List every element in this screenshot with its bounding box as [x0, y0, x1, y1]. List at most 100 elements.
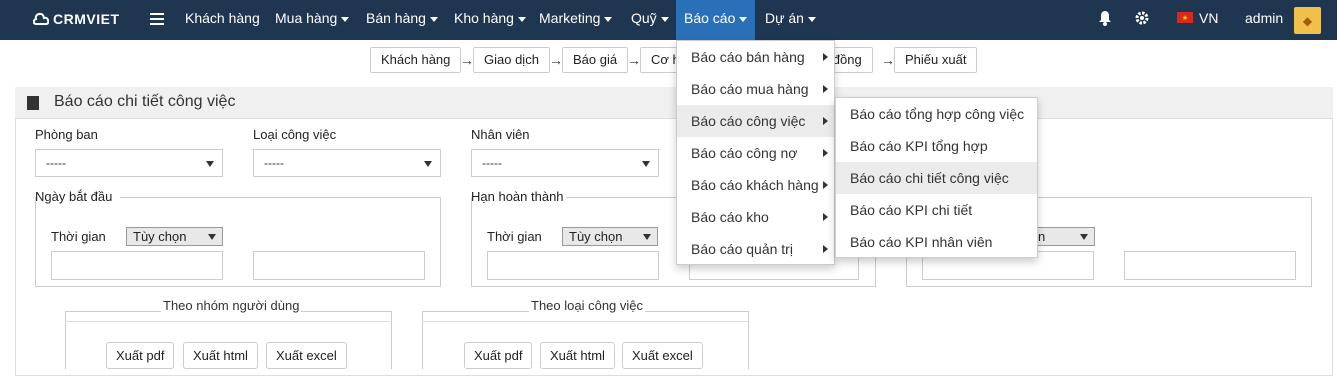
due-time-label: Thời gian — [487, 229, 542, 244]
nav-reports[interactable]: Báo cáo — [676, 0, 756, 40]
start-time-label: Thời gian — [51, 229, 106, 244]
nav-customers[interactable]: Khách hàng — [185, 0, 260, 40]
divider — [1037, 197, 1312, 198]
nav-customers-label: Khách hàng — [185, 10, 260, 26]
bell-icon[interactable] — [1097, 10, 1113, 29]
start-date-from-input[interactable] — [51, 251, 223, 280]
employee-label: Nhân viên — [471, 127, 530, 142]
due-time-option-select[interactable]: Tùy chọn — [562, 227, 658, 246]
work-report-submenu: Báo cáo tổng hợp công việc Báo cáo KPI t… — [835, 97, 1038, 258]
work-type-label: Loại công việc — [253, 127, 337, 142]
step-transactions[interactable]: Giao dịch — [473, 47, 550, 73]
nav-fund-label: Quỹ — [631, 10, 657, 26]
caret-down-icon — [660, 16, 669, 22]
page-header: Báo cáo chi tiết công việc — [15, 87, 1333, 119]
menu-item-label: Báo cáo khách hàng — [691, 177, 819, 193]
work-type-select[interactable]: ----- — [253, 149, 441, 177]
export-pdf-button[interactable]: Xuất pdf — [464, 342, 533, 369]
export-html-button[interactable]: Xuất html — [183, 342, 258, 369]
department-select[interactable]: ----- — [35, 149, 223, 177]
menu-item-label: Báo cáo bán hàng — [691, 49, 805, 65]
department-label: Phòng ban — [35, 127, 98, 142]
menu-item-work-report[interactable]: Báo cáo công việc — [677, 105, 834, 137]
menu-item-debt-report[interactable]: Báo cáo công nợ — [677, 137, 834, 169]
nav-purchasing[interactable]: Mua hàng — [275, 0, 350, 40]
brand-logo[interactable]: CRMVIET — [33, 11, 120, 27]
caret-down-icon — [429, 16, 438, 22]
third-date-to-input[interactable] — [1124, 251, 1296, 280]
nav-warehouse-label: Kho hàng — [454, 10, 514, 26]
divider — [422, 321, 749, 322]
submenu-item-work-detail[interactable]: Báo cáo chi tiết công việc — [836, 162, 1037, 194]
export-group-title: Theo nhóm người dùng — [161, 298, 302, 313]
export-group-title: Theo loại công việc — [529, 298, 646, 313]
chevron-right-icon — [823, 117, 828, 125]
menu-item-label: Báo cáo kho — [691, 209, 769, 225]
page-title: Báo cáo chi tiết công việc — [54, 93, 236, 110]
menu-item-label: Báo cáo mua hàng — [691, 81, 809, 97]
arrow-right-icon: → — [460, 52, 474, 68]
arrow-right-icon: → — [627, 52, 641, 68]
nav-fund[interactable]: Quỹ — [631, 0, 669, 40]
export-excel-button[interactable]: Xuất excel — [622, 342, 703, 369]
menu-item-customer-report[interactable]: Báo cáo khách hàng — [677, 169, 834, 201]
submenu-item-kpi-employee[interactable]: Báo cáo KPI nhân viên — [836, 226, 1037, 258]
reports-dropdown-menu: Báo cáo bán hàng Báo cáo mua hàng Báo cá… — [676, 40, 835, 265]
chevron-right-icon — [823, 149, 828, 157]
user-name[interactable]: admin — [1245, 10, 1283, 26]
nav-reports-label: Báo cáo — [684, 10, 736, 26]
chevron-right-icon — [823, 181, 828, 189]
start-date-to-input[interactable] — [253, 251, 425, 280]
export-excel-button[interactable]: Xuất excel — [266, 342, 347, 369]
export-pdf-button[interactable]: Xuất pdf — [106, 342, 175, 369]
nav-marketing-label: Marketing — [539, 10, 601, 26]
caret-down-icon — [341, 16, 350, 22]
language-label[interactable]: VN — [1199, 10, 1218, 26]
vietnam-flag-icon[interactable]: ★ — [1177, 12, 1193, 23]
top-navbar: CRMVIET Khách hàng Mua hàng Bán hàng Kho… — [0, 0, 1337, 40]
employee-select[interactable]: ----- — [471, 149, 659, 177]
nav-marketing[interactable]: Marketing — [539, 0, 613, 40]
menu-item-label: Báo cáo công việc — [691, 113, 806, 129]
menu-item-admin-report[interactable]: Báo cáo quản trị — [677, 233, 834, 265]
step-quotes[interactable]: Báo giá — [562, 47, 629, 73]
menu-item-label: Báo cáo quản trị — [691, 241, 793, 257]
chevron-right-icon — [823, 245, 828, 253]
arrow-right-icon: → — [881, 52, 895, 68]
submenu-item-kpi-summary[interactable]: Báo cáo KPI tổng hợp — [836, 130, 1037, 162]
step-export-slips[interactable]: Phiếu xuất — [894, 47, 978, 73]
step-customers[interactable]: Khách hàng — [370, 47, 462, 73]
chevron-right-icon — [823, 53, 828, 61]
submenu-item-work-summary[interactable]: Báo cáo tổng hợp công việc — [836, 98, 1037, 130]
caret-down-icon — [739, 16, 748, 22]
caret-down-icon — [604, 16, 613, 22]
avatar[interactable]: ◆ — [1294, 7, 1321, 34]
caret-down-icon — [807, 16, 816, 22]
nav-purchasing-label: Mua hàng — [275, 10, 338, 26]
chevron-right-icon — [823, 213, 828, 221]
nav-projects[interactable]: Dự án — [765, 0, 816, 40]
export-html-button[interactable]: Xuất html — [540, 342, 615, 369]
menu-toggle-icon[interactable] — [150, 12, 164, 30]
divider — [65, 321, 392, 322]
submenu-item-kpi-detail[interactable]: Báo cáo KPI chi tiết — [836, 194, 1037, 226]
menu-item-warehouse-report[interactable]: Báo cáo kho — [677, 201, 834, 233]
step-opportunities[interactable]: Cơ hội — [640, 47, 680, 73]
caret-down-icon — [517, 16, 526, 22]
chevron-right-icon — [823, 85, 828, 93]
nav-sales[interactable]: Bán hàng — [366, 0, 438, 40]
menu-item-sales-report[interactable]: Báo cáo bán hàng — [677, 41, 834, 73]
gear-icon[interactable] — [1134, 10, 1150, 31]
cloud-icon — [33, 12, 49, 25]
start-time-option-select[interactable]: Tùy chọn — [126, 227, 223, 246]
divider — [566, 197, 676, 198]
nav-sales-label: Bán hàng — [366, 10, 426, 26]
nav-warehouse[interactable]: Kho hàng — [454, 0, 526, 40]
menu-item-purchase-report[interactable]: Báo cáo mua hàng — [677, 73, 834, 105]
menu-item-label: Báo cáo công nợ — [691, 145, 798, 161]
divider — [120, 197, 441, 198]
arrow-right-icon: → — [549, 52, 563, 68]
document-icon — [27, 96, 39, 110]
nav-projects-label: Dự án — [765, 10, 804, 26]
due-date-from-input[interactable] — [487, 251, 659, 280]
